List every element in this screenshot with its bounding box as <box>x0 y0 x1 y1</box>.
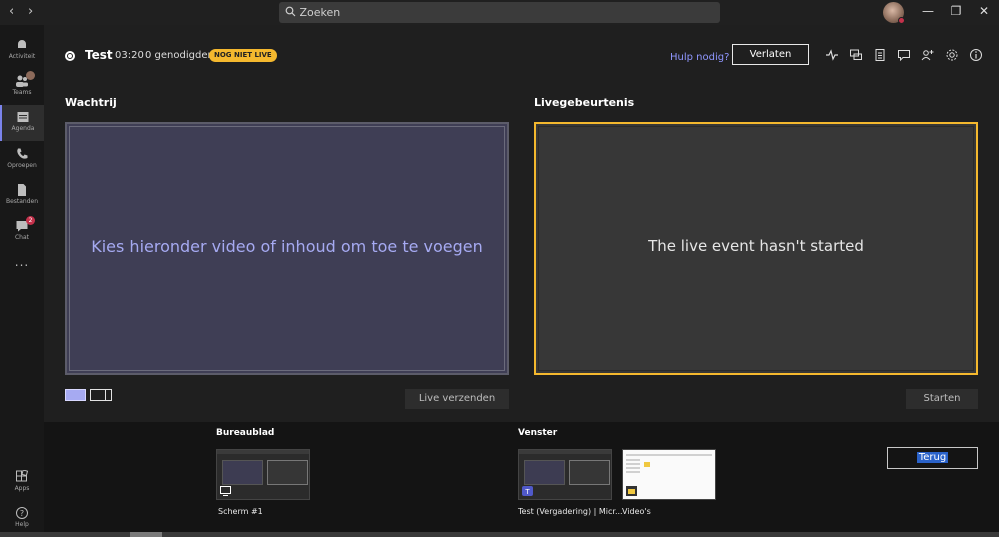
explorer-window-caption: Video's <box>622 507 651 516</box>
back-button-label: Terug <box>916 452 949 463</box>
svg-text:T: T <box>524 488 530 496</box>
single-layout-button[interactable] <box>65 389 86 401</box>
back-button[interactable]: Terug <box>887 447 978 469</box>
more-icon[interactable]: ... <box>0 255 44 275</box>
scrollbar-thumb[interactable] <box>130 532 162 537</box>
minimize-icon[interactable]: — <box>920 4 936 18</box>
folder-icon <box>626 486 637 496</box>
gear-icon[interactable] <box>945 48 959 62</box>
avatar[interactable] <box>883 2 905 24</box>
phone-icon <box>17 148 28 159</box>
notes-icon[interactable] <box>873 48 887 62</box>
chat-icon[interactable] <box>897 48 911 62</box>
help-icon: ? <box>16 507 28 519</box>
thumb-panel <box>222 460 263 485</box>
teams-window-caption: Test (Vergadering) | Micr... <box>518 507 623 516</box>
live-label: Livegebeurtenis <box>534 96 635 109</box>
source-picker: Bureaublad Venster Scherm #1 T Test (Ver… <box>44 422 999 532</box>
file-icon <box>18 184 26 196</box>
teams-badge <box>26 71 35 80</box>
help-link[interactable]: Hulp nodig? <box>670 52 729 63</box>
rail-item-teams[interactable]: Teams <box>0 69 44 105</box>
title-bar: ‹ › Zoeken — ❐ ✕ <box>0 0 999 25</box>
rail-item-apps[interactable]: Apps <box>0 465 44 501</box>
back-arrow-icon[interactable]: ‹ <box>9 4 14 19</box>
health-icon[interactable] <box>825 48 839 62</box>
rail-item-activiteit[interactable]: Activiteit <box>0 33 44 69</box>
rail-label: Oproepen <box>7 162 37 169</box>
rail-label: Help <box>15 521 29 528</box>
screen-thumbnail[interactable] <box>216 449 310 500</box>
rail-item-chat[interactable]: 2 Chat <box>0 214 44 250</box>
chat-badge: 2 <box>26 216 35 225</box>
attendee-count: 0 genodigden <box>145 50 214 61</box>
apps-icon <box>16 470 29 482</box>
bell-icon <box>18 40 26 50</box>
meeting-timer: 03:20 <box>115 50 144 61</box>
add-people-icon[interactable] <box>921 48 935 62</box>
rail-item-oproepen[interactable]: Oproepen <box>0 142 44 178</box>
status-dot <box>898 17 905 24</box>
teams-window-thumbnail[interactable]: T <box>518 449 612 500</box>
thumb-panel <box>267 460 308 485</box>
record-icon <box>65 51 75 61</box>
monitor-icon <box>220 486 231 496</box>
close-icon[interactable]: ✕ <box>976 4 992 18</box>
rail-label: Chat <box>14 234 30 241</box>
qna-icon[interactable] <box>849 48 863 62</box>
explorer-window-thumbnail[interactable] <box>622 449 716 500</box>
thumb-row <box>626 463 640 465</box>
search-placeholder: Zoeken <box>299 6 341 19</box>
queue-label: Wachtrij <box>65 96 117 109</box>
search-icon <box>285 3 296 24</box>
rail-label: Bestanden <box>5 198 39 205</box>
rail-item-agenda[interactable]: Agenda <box>0 105 44 141</box>
restore-icon[interactable]: ❐ <box>948 4 964 18</box>
forward-arrow-icon[interactable]: › <box>28 4 33 19</box>
thumb-row <box>626 459 640 461</box>
thumb-panel <box>524 460 565 485</box>
rail-item-bestanden[interactable]: Bestanden <box>0 178 44 214</box>
svg-text:?: ? <box>20 509 24 518</box>
info-icon[interactable] <box>969 48 983 62</box>
meeting-title: Test <box>85 48 113 62</box>
search-input[interactable]: Zoeken <box>279 2 720 23</box>
teams-icon: T <box>522 486 533 496</box>
thumb-row <box>626 471 640 473</box>
leave-button[interactable]: Verlaten <box>732 44 809 65</box>
thumb-titlebar <box>217 450 309 454</box>
thumb-titlebar <box>519 450 611 454</box>
status-badge: NOG NIET LIVE <box>209 49 277 62</box>
live-preview: The live event hasn't started <box>534 122 978 375</box>
queue-preview[interactable]: Kies hieronder video of inhoud om toe te… <box>65 122 509 375</box>
queue-message: Kies hieronder video of inhoud om toe te… <box>91 237 483 256</box>
window-label: Venster <box>518 428 558 438</box>
thumb-panel <box>569 460 610 485</box>
folder-icon <box>644 462 650 467</box>
rail-label: Activiteit <box>8 53 36 60</box>
rail-label: Apps <box>14 485 30 492</box>
thumb-row <box>626 467 640 469</box>
rail-label: Teams <box>12 89 32 96</box>
start-button[interactable]: Starten <box>906 389 978 409</box>
rail-label: Agenda <box>11 125 35 132</box>
calendar-icon <box>17 112 29 122</box>
live-message: The live event hasn't started <box>648 237 864 255</box>
split-layout-button[interactable] <box>90 389 112 401</box>
app-rail: Activiteit Teams Agenda Oproepen Bestand… <box>0 25 44 537</box>
producer-view: Test 03:20 0 genodigden NOG NIET LIVE Hu… <box>44 25 999 422</box>
thumb-row <box>626 454 712 456</box>
desktop-label: Bureaublad <box>216 428 275 438</box>
screen-caption: Scherm #1 <box>218 507 263 516</box>
send-live-button[interactable]: Live verzenden <box>405 389 509 409</box>
